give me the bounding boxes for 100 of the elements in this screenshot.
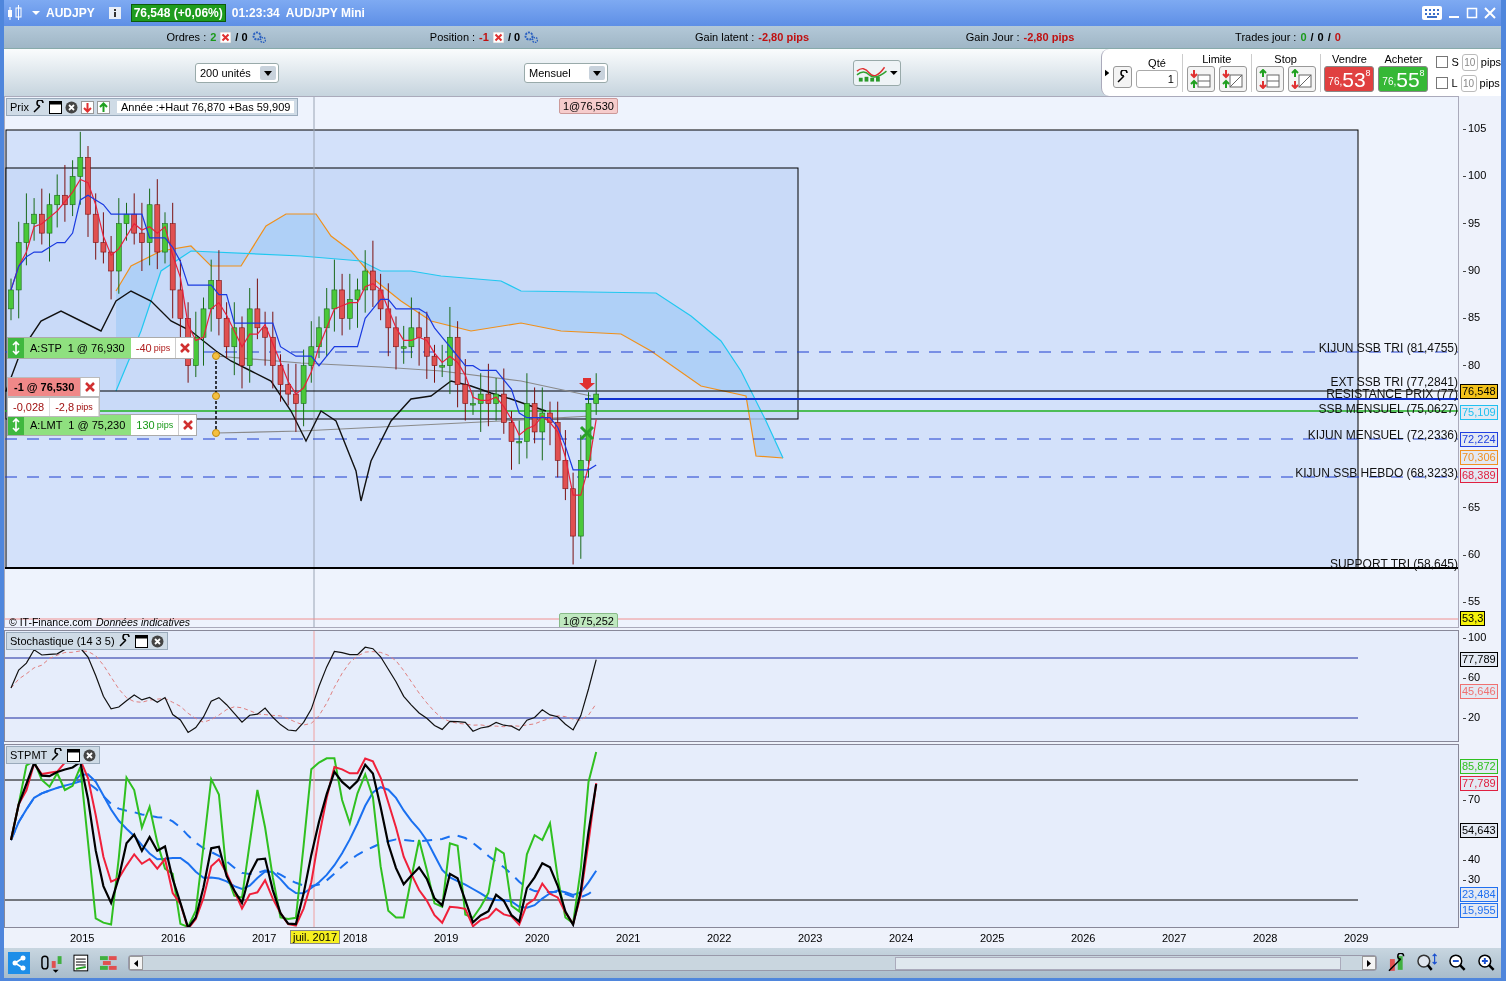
settings-button[interactable] (1113, 65, 1132, 88)
instrument-name: AUD/JPY Mini (285, 6, 365, 20)
checkbox[interactable] (1436, 56, 1449, 68)
down-arrow-icon[interactable] (80, 100, 94, 114)
window-icon[interactable] (48, 100, 62, 114)
cancel-icon[interactable] (492, 31, 504, 43)
wrench-icon (1115, 69, 1130, 84)
axis-year-label: 2024 (889, 932, 914, 944)
wrench-icon[interactable] (50, 748, 65, 762)
order-pips: 130 pips (135, 418, 175, 433)
drag-handle-button[interactable] (8, 415, 24, 435)
info-icon[interactable] (108, 7, 121, 19)
link-candles-icon[interactable] (39, 953, 64, 973)
wrench-icon[interactable] (117, 634, 132, 648)
scroll-thumb[interactable] (895, 956, 1342, 970)
separator-text: / (1327, 31, 1331, 43)
drag-handle-button[interactable] (8, 338, 24, 358)
gears-icon[interactable] (251, 31, 266, 43)
axis-year-label: 2022 (707, 932, 732, 944)
order-marker: 1@75,252 (559, 613, 618, 627)
level-label: RESISTANCE PRIX (77) (1326, 387, 1458, 401)
chart-type-button[interactable] (853, 59, 901, 86)
pending-count: / 0 (235, 31, 248, 43)
axis-tick-label: 20 (1463, 710, 1481, 724)
handle-dot[interactable] (212, 352, 220, 360)
pips-input[interactable]: 10 (1461, 53, 1478, 71)
scroll-left-button[interactable] (129, 956, 144, 970)
caret-icon (890, 69, 898, 76)
handle-dot[interactable] (212, 392, 220, 400)
position-tag[interactable]: -1 @ 76,530 (7, 377, 100, 397)
sell-stop-button[interactable] (1287, 66, 1316, 92)
wrench-icon[interactable] (31, 100, 46, 114)
expand-arrow-icon[interactable] (1105, 68, 1110, 77)
axis-tick-label: 65 (1463, 499, 1481, 514)
position-pips: -2,8 pips (50, 398, 99, 416)
period-dropdown[interactable]: Mensuel (524, 62, 608, 83)
axis-tick-label: 60 (1463, 670, 1481, 684)
handle-dot[interactable] (212, 429, 220, 437)
quantity-label: Qté (1148, 57, 1166, 69)
window-icon[interactable] (67, 748, 81, 762)
axis-tick-label: 90 (1463, 263, 1481, 277)
window-icon[interactable] (134, 634, 148, 648)
axis-year-label: 2016 (161, 932, 186, 944)
buy-stop-button[interactable] (1255, 66, 1284, 92)
orders-label: Ordres : (166, 31, 207, 43)
zoom-fit-icon[interactable] (1416, 953, 1438, 973)
panel-title: STPMT (10, 749, 48, 761)
close-icon[interactable] (83, 748, 97, 762)
level-label: KIJUN SSB HEBDO (68,3233) (1295, 466, 1458, 480)
axis-tick-label: 85 (1463, 310, 1481, 325)
keyboard-icon[interactable] (1422, 6, 1442, 20)
up-arrow-icon[interactable] (96, 100, 110, 114)
right-arrow-icon (1366, 959, 1371, 967)
buy-limit-button[interactable] (1186, 66, 1215, 92)
trades-won: 0 (1300, 31, 1307, 43)
cursor-date-label: juil. 2017 (290, 930, 341, 944)
bricks-icon[interactable] (98, 954, 119, 972)
sell-price-button[interactable]: 76,53$^{8}$ (1324, 66, 1375, 92)
close-icon[interactable] (64, 100, 78, 114)
pips-unit: pips (1480, 56, 1501, 68)
maximize-icon[interactable] (1466, 7, 1478, 19)
share-button[interactable] (8, 952, 30, 974)
wrench-candle-icon[interactable] (1386, 953, 1407, 973)
axis-year-label: 2029 (1344, 932, 1369, 944)
position-label: Position : (429, 31, 476, 43)
quantity-input[interactable]: 1 (1135, 70, 1178, 88)
option-label: L (1451, 77, 1458, 89)
close-icon[interactable] (150, 634, 164, 648)
position-count: -1 (479, 31, 489, 43)
caret-icon (589, 65, 605, 80)
order-tag[interactable]: A:STP 1 @ 76,930 -40 pips (7, 337, 195, 359)
checkbox[interactable] (1436, 77, 1449, 89)
order-label: A:LMT 1 @ 75,230 (24, 415, 132, 435)
caret-icon (260, 65, 276, 80)
axis-tick-label: 80 (1463, 357, 1481, 372)
quantity-dropdown[interactable]: 200 unités (195, 62, 279, 83)
zoom-in-icon[interactable] (1477, 953, 1497, 973)
price-tag: 68,389 (1460, 468, 1498, 483)
cancel-icon[interactable] (220, 31, 232, 43)
horizontal-scrollbar[interactable] (128, 955, 1377, 971)
value-tag: 45,646 (1460, 684, 1498, 699)
axis-tick-label: 105 (1463, 121, 1487, 135)
sell-label: Vendre (1332, 53, 1367, 65)
option-label: S (1451, 56, 1459, 68)
stop-label: Stop (1274, 53, 1297, 65)
orders-count: 2 (210, 31, 217, 43)
value-tag: 77,789 (1460, 776, 1498, 791)
price-tag: 70,306 (1460, 450, 1498, 465)
axis-year-label: 2023 (798, 932, 823, 944)
caret-icon[interactable] (32, 10, 40, 16)
order-tag[interactable]: A:LMT 1 @ 75,230 130 pips (7, 414, 198, 436)
close-icon (179, 343, 190, 353)
gears-icon[interactable] (524, 31, 539, 43)
scroll-right-button[interactable] (1361, 956, 1376, 970)
axis-tick-label: 95 (1463, 215, 1481, 230)
document-icon[interactable] (73, 954, 89, 972)
sell-limit-button[interactable] (1218, 66, 1247, 92)
zoom-out-icon[interactable] (1447, 953, 1468, 973)
panel-title: Stochastique (14 3 5) (10, 635, 115, 647)
pips-input[interactable]: 10 (1460, 74, 1477, 92)
